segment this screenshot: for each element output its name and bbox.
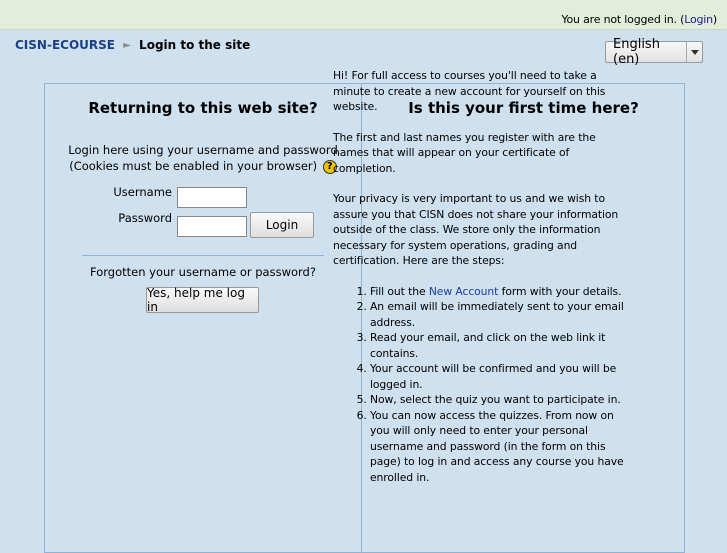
chevron-down-icon[interactable] xyxy=(686,42,702,62)
login-button[interactable]: Login xyxy=(250,212,314,238)
list-item: Fill out the New Account form with your … xyxy=(370,284,629,300)
login-instructions-line2: (Cookies must be enabled in your browser… xyxy=(45,158,361,174)
username-label: Username xyxy=(113,185,172,199)
breadcrumb: CISN-ECOURSE ► Login to the site xyxy=(15,38,250,52)
step-text: form with your details. xyxy=(498,284,622,298)
first-time-intro: Hi! For full access to courses you'll ne… xyxy=(333,69,606,113)
breadcrumb-current: Login to the site xyxy=(139,38,251,52)
signup-steps-list: Fill out the New Account form with your … xyxy=(333,284,629,486)
login-status: You are not logged in. (Login) xyxy=(561,13,717,26)
login-status-text: You are not logged in. ( xyxy=(561,13,685,26)
returning-heading: Returning to this web site? xyxy=(88,99,318,117)
language-select[interactable]: English (en) xyxy=(605,37,703,67)
list-item: Your account will be confirmed and you w… xyxy=(370,361,629,392)
cookies-note: (Cookies must be enabled in your browser… xyxy=(69,159,318,173)
section-divider xyxy=(82,255,324,256)
login-instructions-line1: Login here using your username and passw… xyxy=(68,143,338,157)
language-selected-value: English (en) xyxy=(613,37,660,67)
names-note: The first and last names you register wi… xyxy=(333,130,596,175)
login-status-suffix: ) xyxy=(712,13,717,26)
help-me-log-in-button[interactable]: Yes, help me log in xyxy=(146,286,259,314)
breadcrumb-separator-icon: ► xyxy=(123,40,131,51)
header-bar: You are not logged in. (Login) xyxy=(0,0,727,30)
step-text: Fill out the xyxy=(370,284,429,298)
login-link[interactable]: Login xyxy=(684,13,713,26)
new-account-link[interactable]: New Account xyxy=(429,285,499,298)
list-item: Now, select the quiz you want to partici… xyxy=(370,392,629,408)
list-item: Read your email, and click on the web li… xyxy=(370,330,629,361)
list-item: You can now access the quizzes. From now… xyxy=(370,408,629,486)
username-input[interactable] xyxy=(177,187,247,208)
login-instructions: Login here using your username and passw… xyxy=(45,142,361,174)
first-time-content: Hi! For full access to courses you'll ne… xyxy=(333,68,629,485)
breadcrumb-site-link[interactable]: CISN-ECOURSE xyxy=(15,38,115,52)
password-label: Password xyxy=(118,211,172,225)
privacy-note: Your privacy is very important to us and… xyxy=(333,192,619,267)
password-input[interactable] xyxy=(177,216,247,237)
forgot-password-text: Forgotten your username or password? xyxy=(90,265,316,279)
list-item: An email will be immediately sent to you… xyxy=(370,299,629,330)
